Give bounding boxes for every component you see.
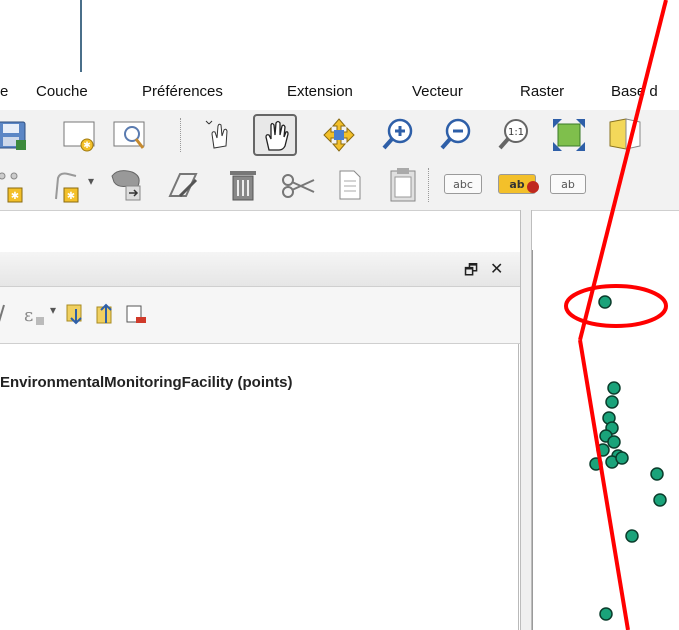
close-icon[interactable]: ✕ [490,259,503,278]
pan-icon [265,120,289,151]
pan-button[interactable] [253,114,297,156]
expression-filter-icon[interactable]: ε [22,301,48,329]
remove-layer-icon[interactable] [124,301,148,327]
menu-item-base-de-donnees[interactable]: Base d [611,83,658,100]
map-canvas[interactable] [532,250,679,630]
zoom-full-icon[interactable] [550,116,588,154]
menu-item-extension[interactable]: Extension [287,83,353,100]
svg-text:✱: ✱ [11,191,19,202]
filter-icon[interactable] [0,303,8,327]
cut-features-icon[interactable] [280,166,318,204]
move-label-button[interactable]: ab [550,174,586,194]
pan-to-selection-icon[interactable] [320,116,358,154]
copy-features-icon[interactable] [330,166,368,204]
svg-text:1:1: 1:1 [508,127,524,138]
dropdown-arrow-icon[interactable]: ▾ [50,303,56,317]
menu-item-edit[interactable]: e [0,83,8,100]
float-icon[interactable]: 🗗 [464,260,478,285]
collapse-all-icon[interactable] [94,301,118,327]
menu-item-couche[interactable]: Couche [36,83,88,100]
svg-text:✱: ✱ [67,191,75,202]
new-print-layout-icon[interactable]: ✱ [60,116,98,154]
touch-zoom-icon[interactable] [200,116,238,154]
menu-bar: e Couche Préférences Extension Vecteur R… [0,76,679,111]
layers-tree: EnvironmentalMonitoringFacility (points) [0,344,519,630]
map-navigation-toolbar: ✱ 1:1 [0,110,679,161]
svg-text:ε: ε [24,305,33,326]
layer-item-environmental-monitoring-facility[interactable]: EnvironmentalMonitoringFacility (points) [0,374,293,391]
window-border-line [80,0,82,72]
expand-all-icon[interactable] [64,301,88,327]
zoom-out-icon[interactable] [436,116,474,154]
pin-label-icon [527,181,539,193]
zoom-native-icon[interactable]: 1:1 [494,116,532,154]
reshape-icon[interactable] [108,166,146,204]
save-icon[interactable] [0,116,32,154]
delete-selected-icon[interactable] [224,166,262,204]
dropdown-arrow-icon[interactable]: ▾ [88,174,94,188]
svg-text:✱: ✱ [83,141,91,151]
menu-item-raster[interactable]: Raster [520,83,564,100]
panel-splitter[interactable] [520,210,532,630]
layers-panel-toolbar: ε ▾ [0,287,520,344]
digitizing-toolbar: ✱ ✱ ▾ abc ab ab [0,160,679,211]
vertex-tool-icon[interactable]: ✱ [48,166,86,204]
toolbar-separator [428,168,429,202]
toolbar-separator [180,118,181,152]
menu-item-vecteur[interactable]: Vecteur [412,83,463,100]
node-edit-icon[interactable] [166,166,204,204]
paste-features-icon[interactable] [384,166,422,204]
identify-icon[interactable] [606,116,644,154]
add-point-icon[interactable]: ✱ [0,166,30,204]
layers-panel-header: 🗗 ✕ [0,252,524,287]
zoom-in-icon[interactable] [378,116,416,154]
label-tool-button[interactable]: abc [444,174,482,194]
layout-manager-icon[interactable] [110,116,148,154]
menu-item-preferences[interactable]: Préférences [142,83,223,100]
